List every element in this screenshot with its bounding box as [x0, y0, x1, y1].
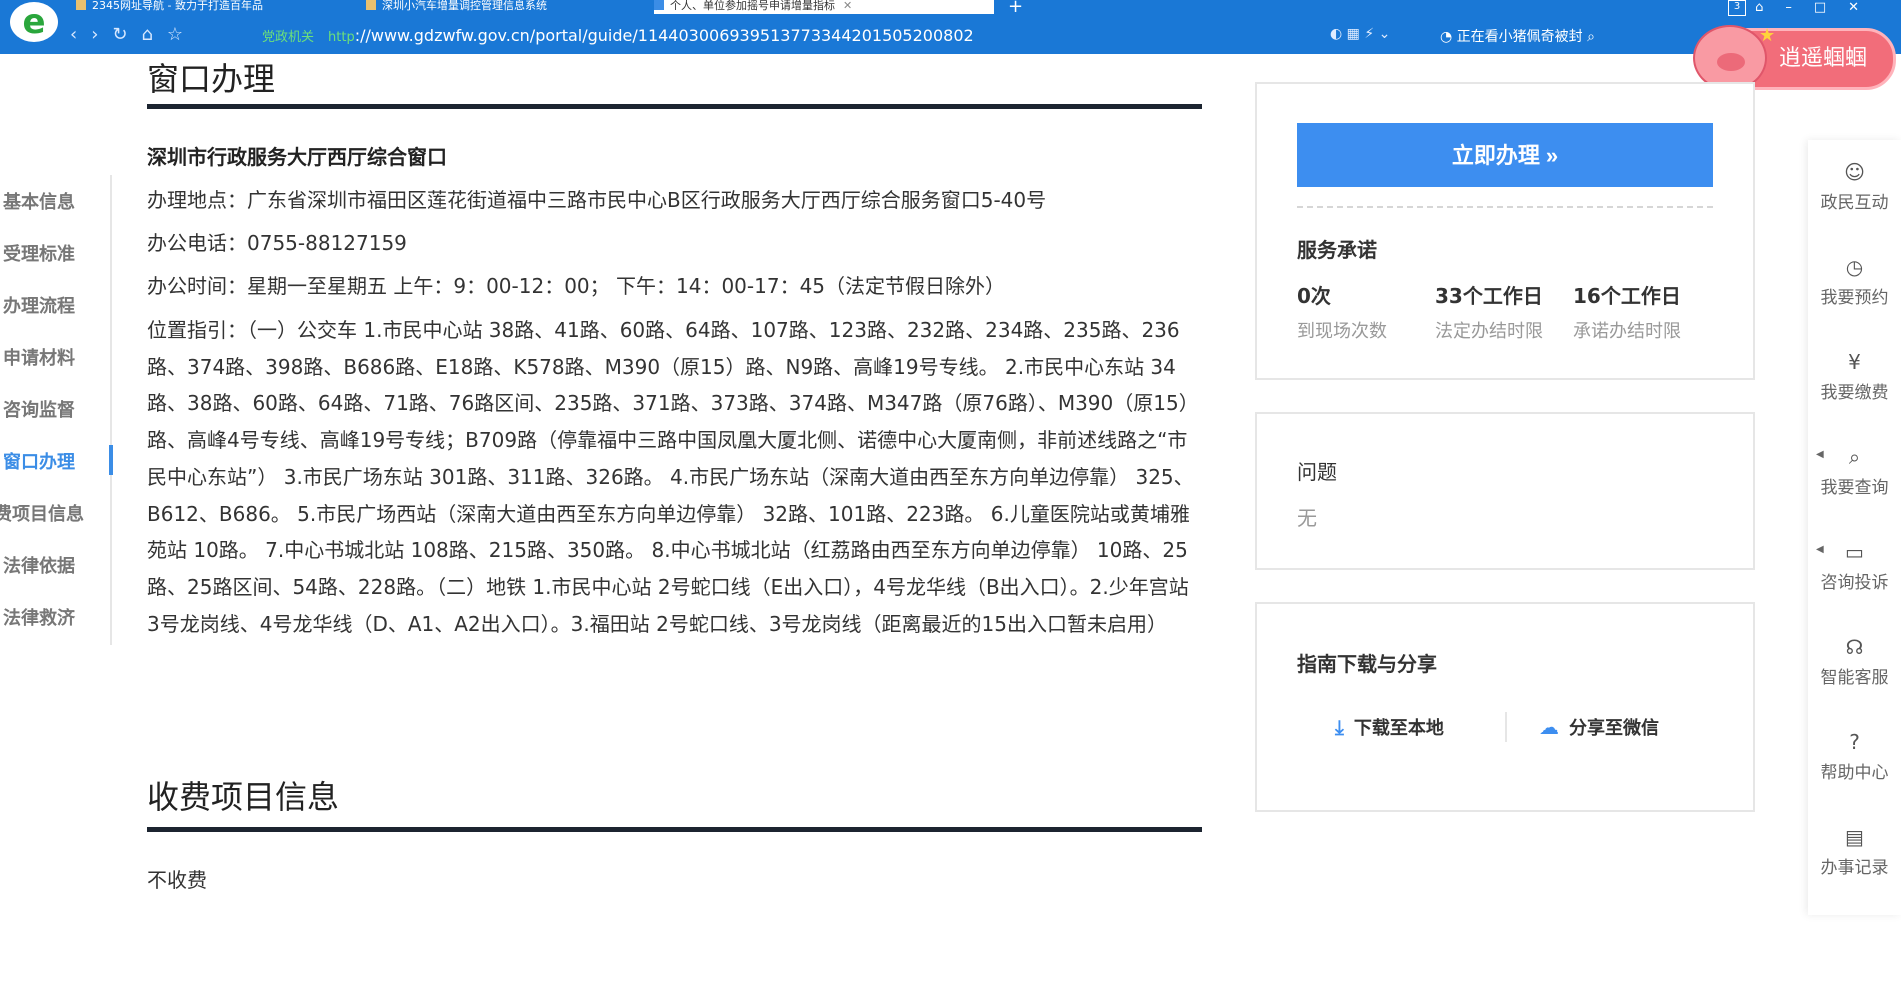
nav-item-fees[interactable]: 费项目信息	[0, 500, 99, 526]
stat-label: 到现场次数	[1297, 321, 1387, 342]
search-icon: ⌕	[1587, 29, 1595, 45]
right-item-payment[interactable]: ¥ 我要缴费	[1808, 350, 1901, 403]
new-tab-icon[interactable]: +	[1008, 0, 1023, 17]
download-button[interactable]: ⤓ 下载至本地	[1335, 714, 1444, 740]
nav-item-materials[interactable]: 申请材料	[3, 344, 108, 370]
window-directions: 位置指引：（一）公交车 1.市民中心站 38路、41路、60路、64路、107路…	[147, 318, 1199, 636]
nav-item-remedy[interactable]: 法律救济	[3, 604, 108, 630]
url-scheme: http	[328, 30, 355, 45]
tab-close-icon[interactable]: ✕	[843, 0, 852, 12]
left-nav: 基本信息 受理标准 办理流程 申请材料 咨询监督 窗口办理 费项目信息 法律依据…	[0, 175, 113, 645]
dashed-divider	[1297, 206, 1713, 208]
clipboard-icon: ▤	[1845, 825, 1864, 849]
stat-value: 16个工作日	[1573, 284, 1681, 308]
window-name: 深圳市行政服务大厅西厅综合窗口	[147, 145, 447, 169]
tab-favicon-icon	[76, 0, 86, 10]
window-phone: 办公电话：0755-88127159	[147, 231, 407, 255]
nav-item-acceptance[interactable]: 受理标准	[3, 240, 108, 266]
tab-shenzhen-car[interactable]: 深圳小汽车增量调控管理信息系统	[366, 0, 626, 14]
nav-item-law[interactable]: 法律依据	[3, 552, 108, 578]
right-item-records[interactable]: ▤ 办事记录	[1808, 825, 1901, 878]
share-card: 指南下载与分享 ⤓ 下载至本地 ☁ 分享至微信	[1255, 602, 1755, 812]
share-heading: 指南下载与分享	[1297, 652, 1437, 676]
address-bar[interactable]: 党政机关 http://www.gdzwfw.gov.cn/portal/guid…	[262, 24, 1302, 48]
apply-now-button[interactable]: 立即办理 »	[1297, 123, 1713, 187]
question-answer: 无	[1297, 506, 1317, 530]
right-item-help[interactable]: ? 帮助中心	[1808, 730, 1901, 783]
right-item-interaction[interactable]: ☺ 政民互动	[1808, 160, 1901, 213]
wechat-icon: ☁	[1539, 715, 1559, 739]
section-title-fees: 收费项目信息	[147, 778, 340, 816]
window-controls[interactable]: ⌂–□✕	[1755, 0, 1881, 15]
pig-badge-label: 逍遥蝈蝈	[1779, 46, 1868, 71]
tab-count-badge[interactable]: 3	[1728, 0, 1746, 16]
vertical-separator	[1505, 712, 1507, 742]
nav-active-indicator	[109, 445, 113, 475]
tab-strip: 2345网址导航 - 致力于打造百年品 深圳小汽车增量调控管理信息系统 个人、单…	[60, 0, 1901, 17]
news-ticker[interactable]: ◔ 正在看小猪佩奇被封 ⌕	[1440, 26, 1595, 46]
stat-visits: 0次 到现场次数	[1297, 280, 1447, 343]
news-icon: ◔	[1440, 29, 1457, 45]
nav-item-process[interactable]: 办理流程	[3, 292, 108, 318]
url-text: ://www.gdzwfw.gov.cn/portal/guide/114403…	[354, 26, 974, 45]
stat-promised-limit: 16个工作日 承诺办结时限	[1573, 280, 1723, 343]
nav-buttons[interactable]: ‹›↻⌂☆	[70, 24, 197, 45]
headset-icon: ☊	[1845, 635, 1864, 659]
chat-bubble-icon: ☺	[1844, 160, 1865, 184]
caret-left-icon: ◀	[1816, 449, 1824, 460]
url-security-tag: 党政机关	[262, 30, 315, 45]
tab-favicon-icon	[654, 0, 664, 10]
nav-item-consult[interactable]: 咨询监督	[3, 396, 108, 422]
share-wechat-button[interactable]: ☁ 分享至微信	[1539, 714, 1659, 740]
stat-value: 0次	[1297, 284, 1331, 308]
stat-label: 承诺办结时限	[1573, 321, 1681, 342]
right-item-appointment[interactable]: ◷ 我要预约	[1808, 255, 1901, 308]
right-item-complaint[interactable]: ◀ ▭ 咨询投诉	[1808, 540, 1901, 593]
toolbar-icons[interactable]: ◐ ▦ ⚡ ⌄	[1330, 26, 1390, 42]
stat-label: 法定办结时限	[1435, 321, 1543, 342]
browser-logo-icon[interactable]: e	[10, 2, 58, 42]
clock-icon: ◷	[1845, 255, 1864, 279]
tab-2345[interactable]: 2345网址导航 - 致力于打造百年品	[76, 0, 336, 14]
question-card: 问题 无	[1255, 412, 1755, 570]
tab-active-lottery[interactable]: 个人、单位参加摇号申请增量指标 ✕	[654, 0, 994, 14]
section-divider	[147, 827, 1202, 832]
pig-snout	[1717, 53, 1745, 71]
star-icon: ★	[1759, 25, 1776, 46]
service-card: 立即办理 » 服务承诺 0次 到现场次数 33个工作日 法定办结时限 16个工作…	[1255, 82, 1755, 380]
right-item-smart-service[interactable]: ☊ 智能客服	[1808, 635, 1901, 688]
caret-left-icon: ◀	[1816, 544, 1824, 555]
question-title: 问题	[1297, 460, 1337, 484]
tab-favicon-icon	[366, 0, 376, 10]
nav-item-window[interactable]: 窗口办理	[3, 448, 108, 474]
question-icon: ?	[1849, 730, 1860, 754]
window-address: 办理地点：广东省深圳市福田区莲花街道福中三路市民中心B区行政服务大厅西厅综合服务…	[147, 188, 1047, 212]
browser-chrome: e 2345网址导航 - 致力于打造百年品 深圳小汽车增量调控管理信息系统 个人…	[0, 0, 1901, 54]
right-float-bar: ☺ 政民互动 ◷ 我要预约 ¥ 我要缴费 ◀ ⌕ 我要查询 ◀ ▭ 咨询投诉 ☊ 智能客服 …	[1808, 140, 1901, 915]
fee-text: 不收费	[147, 868, 207, 892]
nav-item-basic-info[interactable]: 基本信息	[3, 188, 108, 214]
right-item-query[interactable]: ◀ ⌕ 我要查询	[1808, 445, 1901, 498]
window-hours: 办公时间：星期一至星期五 上午：9：00-12：00； 下午：14：00-17：…	[147, 274, 1006, 298]
service-commitment-heading: 服务承诺	[1297, 238, 1377, 262]
section-divider	[147, 104, 1202, 109]
yuan-icon: ¥	[1848, 350, 1861, 374]
pig-badge[interactable]: ★ 逍遥蝈蝈	[1693, 25, 1896, 91]
stat-value: 33个工作日	[1435, 284, 1543, 308]
download-icon: ⤓	[1335, 715, 1344, 739]
section-title-window: 窗口办理	[147, 60, 276, 98]
stat-legal-limit: 33个工作日 法定办结时限	[1435, 280, 1585, 343]
